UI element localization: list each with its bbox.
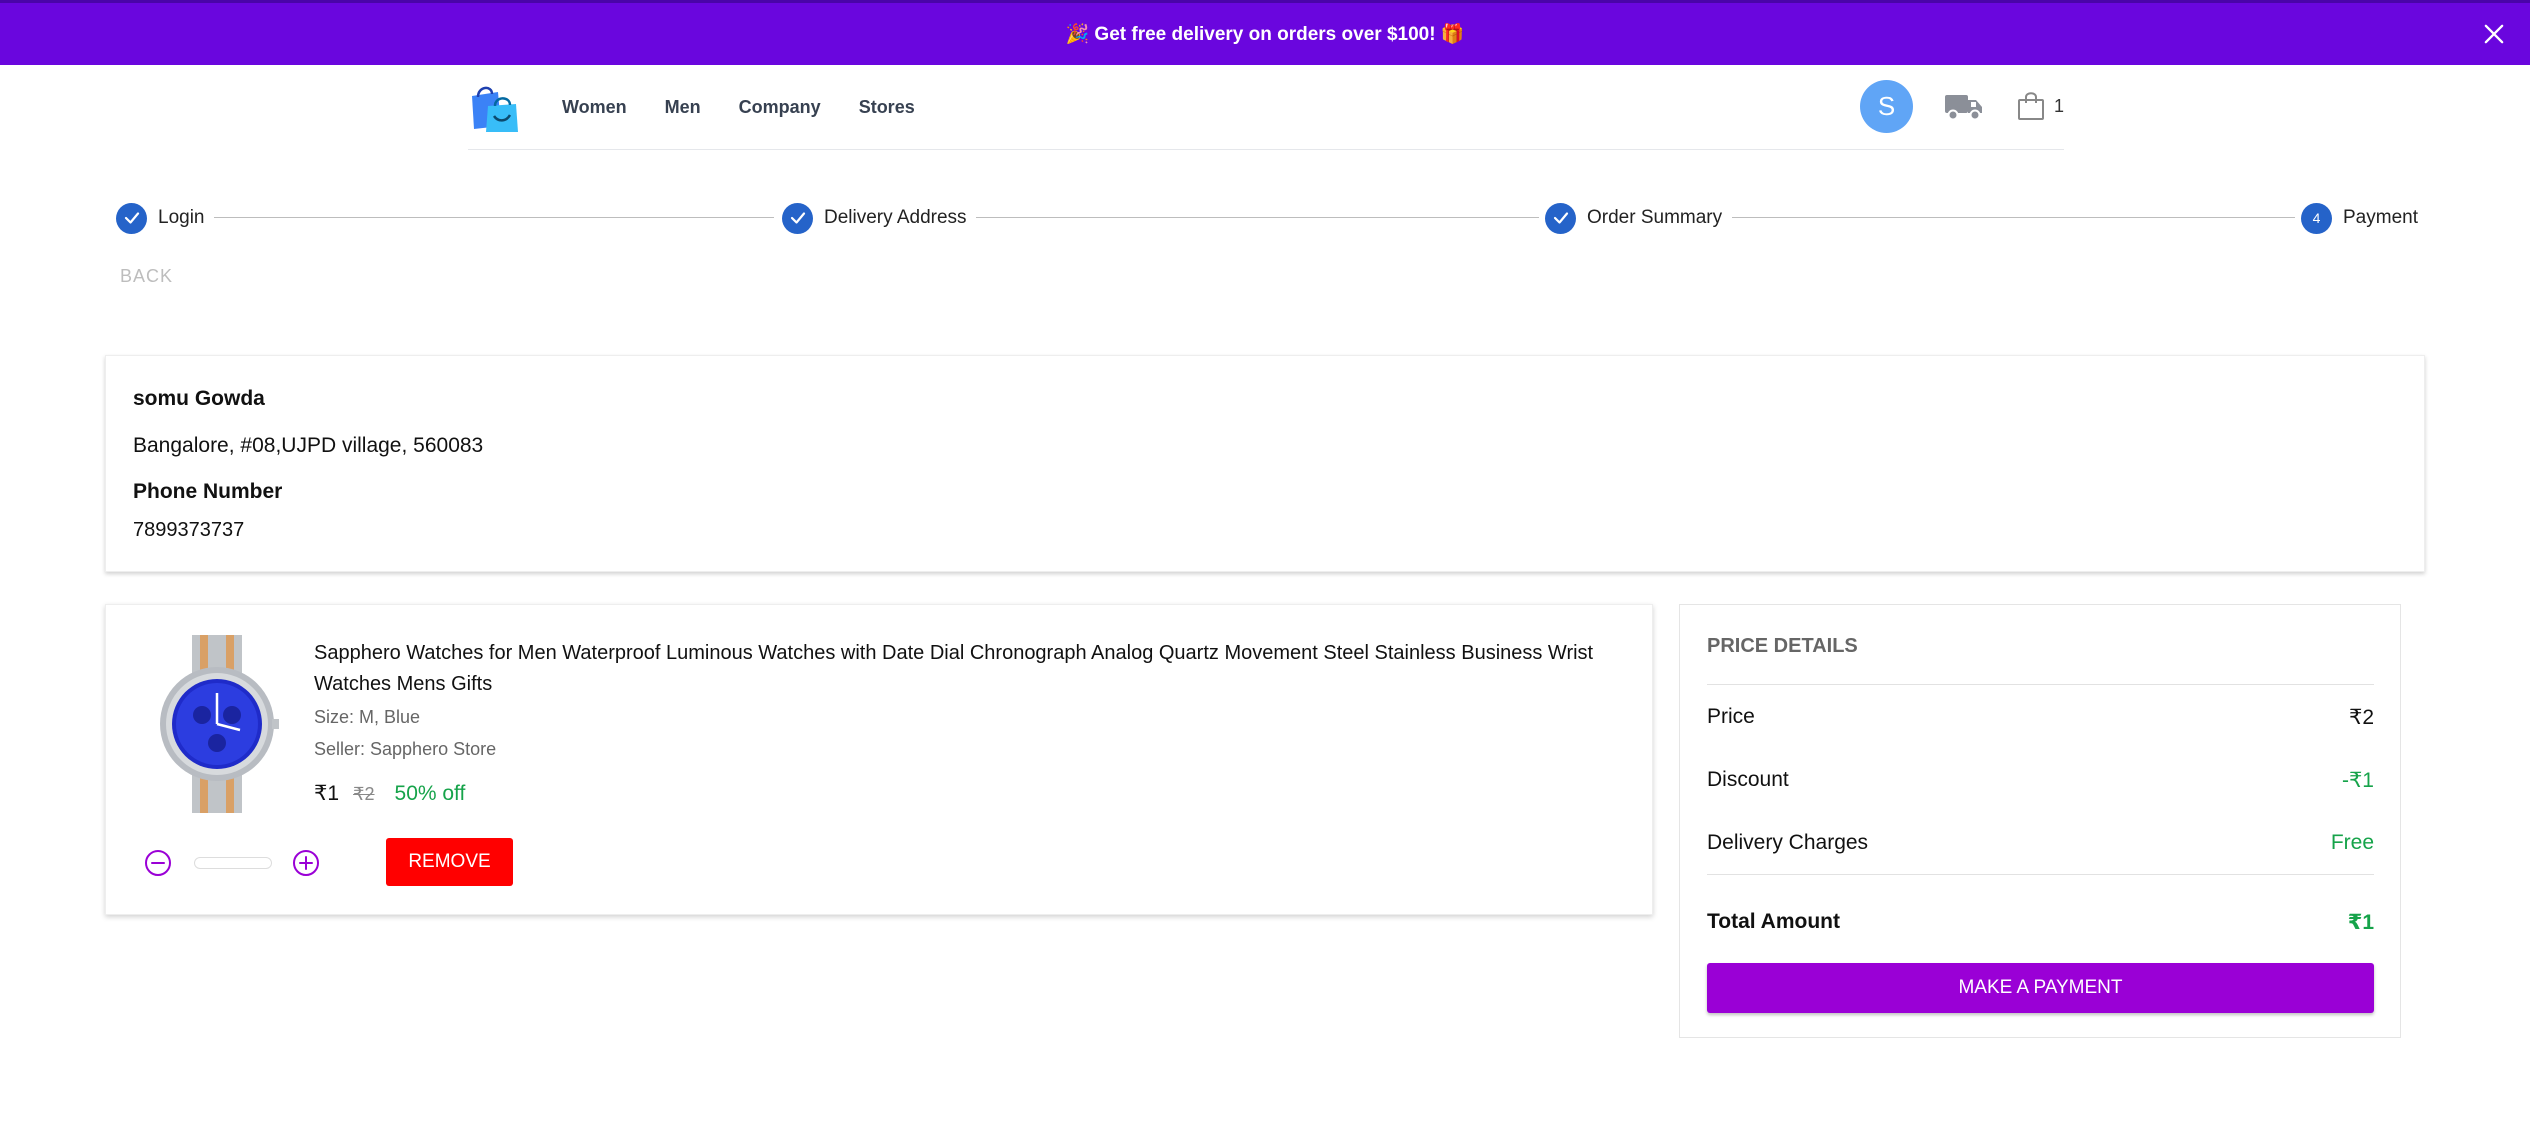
- step-login: Login: [116, 201, 205, 235]
- price-row: ₹1 ₹2 50% off: [314, 781, 465, 806]
- close-icon[interactable]: [2480, 20, 2508, 48]
- nav-women[interactable]: Women: [562, 97, 627, 118]
- check-icon: [1545, 202, 1576, 234]
- promo-text: 🎉 Get free delivery on orders over $100!…: [1065, 24, 1465, 45]
- current-price: ₹1: [314, 782, 340, 805]
- nav-men[interactable]: Men: [665, 97, 701, 118]
- divider: [1707, 684, 2374, 685]
- total-amount-row: Total Amount ₹1: [1707, 910, 2374, 935]
- promo-banner: 🎉 Get free delivery on orders over $100!…: [0, 0, 2530, 65]
- step-delivery-address: Delivery Address: [782, 201, 967, 235]
- cart-item-card: Sapphero Watches for Men Waterproof Lumi…: [105, 604, 1653, 915]
- quantity-input[interactable]: [194, 857, 272, 869]
- nav-company[interactable]: Company: [739, 97, 821, 118]
- total-value: ₹1: [2347, 911, 2374, 934]
- step-order-summary: Order Summary: [1545, 201, 1722, 235]
- delivery-label: Delivery Charges: [1707, 831, 1869, 854]
- address-line: Bangalore, #08,UJPD village, 560083: [133, 434, 484, 457]
- shopping-bags-logo[interactable]: [468, 82, 520, 134]
- check-icon: [116, 202, 147, 234]
- checkout-stepper: Login Delivery Address Order Summary 4 P…: [114, 201, 2419, 235]
- make-payment-button[interactable]: MAKE A PAYMENT: [1707, 963, 2374, 1013]
- price-row-item: Price ₹2: [1707, 705, 2374, 730]
- price-label: Price: [1707, 705, 1755, 728]
- price-details-title: PRICE DETAILS: [1707, 635, 1858, 657]
- step-connector: [214, 217, 774, 218]
- cart-count: 1: [2054, 96, 2065, 116]
- divider: [1707, 874, 2374, 875]
- customer-name: somu Gowda: [133, 387, 265, 410]
- minus-circle-icon[interactable]: [144, 849, 172, 877]
- product-size: Size: M, Blue: [314, 707, 421, 727]
- phone-number: 7899373737: [133, 519, 245, 541]
- step-label: Delivery Address: [824, 207, 967, 228]
- user-avatar[interactable]: S: [1860, 80, 1913, 133]
- site-header: Women Men Company Stores S 1: [468, 65, 2064, 150]
- product-title[interactable]: Sapphero Watches for Men Waterproof Lumi…: [314, 638, 1634, 700]
- product-seller: Seller: Sapphero Store: [314, 739, 497, 759]
- discount-label: Discount: [1707, 768, 1789, 791]
- delivery-address-card: somu Gowda Bangalore, #08,UJPD village, …: [105, 355, 2425, 572]
- step-connector: [976, 217, 1539, 218]
- total-label: Total Amount: [1707, 910, 1840, 933]
- price-details-card: PRICE DETAILS Price ₹2 Discount -₹1 Deli…: [1679, 604, 2401, 1038]
- product-image[interactable]: [152, 635, 282, 813]
- delivery-value: Free: [2330, 831, 2374, 854]
- step-connector: [1732, 217, 2295, 218]
- main-nav: Women Men Company Stores: [562, 65, 953, 150]
- step-payment: 4 Payment: [2301, 201, 2418, 235]
- shopping-bag-icon[interactable]: [2017, 91, 2045, 121]
- back-button[interactable]: BACK: [120, 266, 173, 287]
- truck-icon[interactable]: [1944, 90, 1984, 122]
- discount-percent: 50% off: [394, 782, 466, 805]
- phone-label: Phone Number: [133, 480, 283, 503]
- price-value: ₹2: [2348, 706, 2374, 729]
- discount-value: -₹1: [2341, 769, 2374, 792]
- original-price: ₹2: [353, 784, 375, 804]
- remove-button[interactable]: REMOVE: [386, 838, 513, 886]
- check-icon: [782, 202, 813, 234]
- step-label: Payment: [2343, 207, 2418, 228]
- delivery-charges-row: Delivery Charges Free: [1707, 831, 2374, 855]
- step-label: Order Summary: [1587, 207, 1723, 228]
- discount-row: Discount -₹1: [1707, 768, 2374, 793]
- nav-stores[interactable]: Stores: [859, 97, 915, 118]
- plus-circle-icon[interactable]: [292, 849, 320, 877]
- step-label: Login: [158, 207, 205, 228]
- step-number: 4: [2301, 202, 2332, 234]
